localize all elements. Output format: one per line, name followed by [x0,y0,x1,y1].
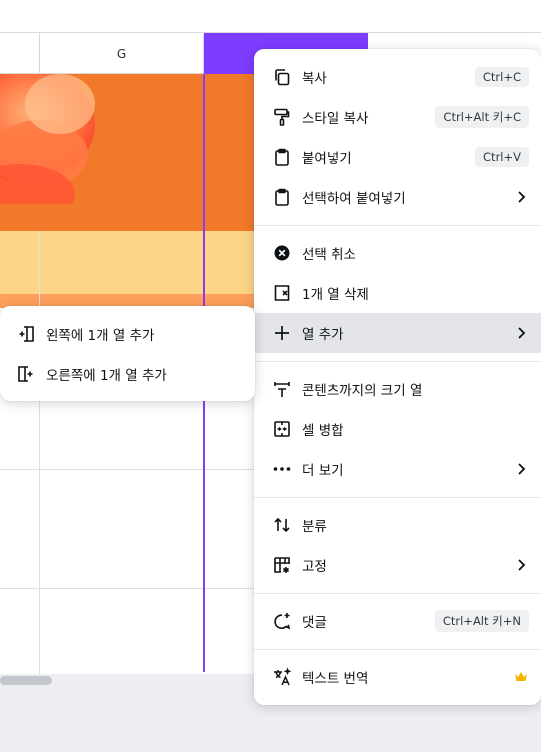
insert-column-left-icon [14,322,38,346]
menu-divider [254,649,541,650]
menu-item-freeze[interactable]: 고정 [254,545,541,585]
menu-item-label: 1개 열 삭제 [302,287,369,303]
menu-item-comment[interactable]: 댓글 Ctrl+Alt 키+N [254,601,541,641]
menu-item-label: 붙여넣기 [302,151,352,167]
menu-item-label: 열 추가 [302,327,344,343]
top-toolbar [0,0,541,33]
menu-item-label: 텍스트 번역 [302,671,369,687]
menu-item-label: 댓글 [302,615,327,631]
menu-item-sort[interactable]: 분류 [254,505,541,545]
menu-item-label: 콘텐츠까지의 크기 열 [302,383,423,399]
menu-divider [254,593,541,594]
menu-divider [254,361,541,362]
chevron-right-icon [513,189,529,205]
shortcut-badge: Ctrl+C [474,67,529,87]
chevron-right-icon [513,557,529,573]
plus-icon [270,321,294,345]
menu-item-fit-column[interactable]: 콘텐츠까지의 크기 열 [254,369,541,409]
comment-add-icon [270,609,294,633]
menu-item-paste-special[interactable]: 선택하여 붙여넣기 [254,177,541,217]
chevron-right-icon [513,461,529,477]
menu-divider [254,225,541,226]
more-horizontal-icon [270,457,294,481]
menu-item-more[interactable]: 더 보기 [254,449,541,489]
decorative-swirl-image [0,74,95,204]
menu-item-merge-cells[interactable]: 셀 병합 [254,409,541,449]
menu-item-label: 선택 취소 [302,247,356,263]
menu-item-add-column[interactable]: 열 추가 [254,313,541,353]
menu-item-label: 분류 [302,519,327,535]
menu-item-delete-column[interactable]: 1개 열 삭제 [254,273,541,313]
copy-icon [270,65,294,89]
clipboard-icon [270,185,294,209]
submenu-item-add-right[interactable]: 오른쪽에 1개 열 추가 [0,354,255,394]
menu-item-label: 선택하여 붙여넣기 [302,191,406,207]
shortcut-badge: Ctrl+V [475,147,529,167]
menu-item-copy-style[interactable]: 스타일 복사 Ctrl+Alt 키+C [254,97,541,137]
grid-line [39,231,40,674]
insert-column-right-icon [14,362,38,386]
delete-column-icon [270,281,294,305]
menu-item-paste[interactable]: 붙여넣기 Ctrl+V [254,137,541,177]
crown-icon [513,669,529,685]
menu-item-translate[interactable]: 텍스트 번역 [254,657,541,697]
horizontal-scrollbar[interactable] [0,676,52,685]
menu-item-deselect[interactable]: 선택 취소 [254,233,541,273]
shortcut-badge: Ctrl+Alt 키+C [435,106,529,128]
context-menu: 복사 Ctrl+C 스타일 복사 Ctrl+Alt 키+C 붙여넣기 Ctrl+… [254,49,541,705]
close-circle-icon [270,241,294,265]
column-header-g[interactable]: G [40,33,204,74]
sort-icon [270,513,294,537]
merge-cells-icon [270,417,294,441]
freeze-icon [270,553,294,577]
add-column-submenu: 왼쪽에 1개 열 추가 오른쪽에 1개 열 추가 [0,306,255,401]
menu-item-label: 복사 [302,71,327,87]
menu-divider [254,497,541,498]
menu-item-label: 셀 병합 [302,423,344,439]
chevron-right-icon [513,325,529,341]
submenu-item-add-left[interactable]: 왼쪽에 1개 열 추가 [0,314,255,354]
menu-item-label: 더 보기 [302,463,344,479]
translate-icon [270,665,294,689]
paint-roller-icon [270,105,294,129]
column-header-f[interactable] [0,33,40,74]
clipboard-icon [270,145,294,169]
shortcut-badge: Ctrl+Alt 키+N [434,610,529,632]
menu-item-label: 스타일 복사 [302,111,369,127]
menu-item-label: 왼쪽에 1개 열 추가 [46,328,155,344]
menu-item-copy[interactable]: 복사 Ctrl+C [254,57,541,97]
menu-item-label: 고정 [302,559,327,575]
fit-width-icon [270,377,294,401]
menu-item-label: 오른쪽에 1개 열 추가 [46,368,167,384]
